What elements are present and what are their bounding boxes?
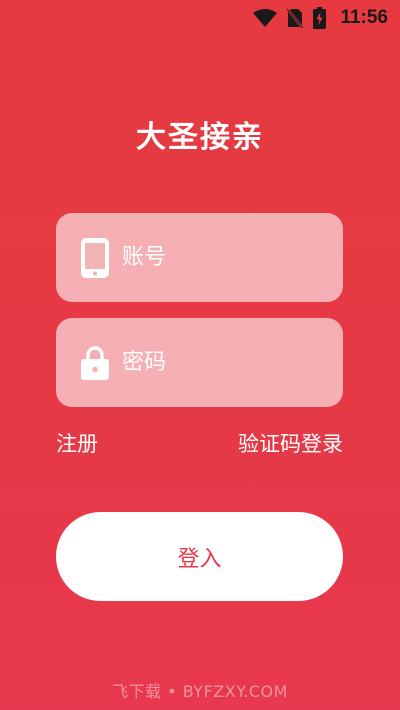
account-field[interactable] bbox=[56, 213, 396, 302]
register-link[interactable]: 注册 bbox=[56, 428, 98, 458]
battery-charging-icon bbox=[313, 7, 327, 29]
no-sim-icon bbox=[287, 8, 304, 28]
wifi-icon bbox=[253, 9, 278, 27]
password-field[interactable] bbox=[56, 318, 396, 407]
watermark-text: 飞下载 • BYFZXY.COM bbox=[112, 682, 288, 701]
app-title: 大圣接亲 bbox=[136, 120, 264, 155]
mobile-phone-icon bbox=[80, 237, 110, 279]
password-input[interactable] bbox=[110, 318, 396, 407]
status-bar: 11:56 bbox=[0, 0, 400, 36]
login-screen: 11:56 大圣接亲 注册 验证码登录 登入 飞下载 • BYFZXY.COM bbox=[0, 0, 400, 710]
lock-icon bbox=[80, 345, 110, 381]
code-login-link[interactable]: 验证码登录 bbox=[238, 428, 343, 458]
login-button[interactable]: 登入 bbox=[56, 512, 343, 601]
account-input[interactable] bbox=[110, 213, 396, 302]
status-time: 11:56 bbox=[340, 7, 388, 28]
